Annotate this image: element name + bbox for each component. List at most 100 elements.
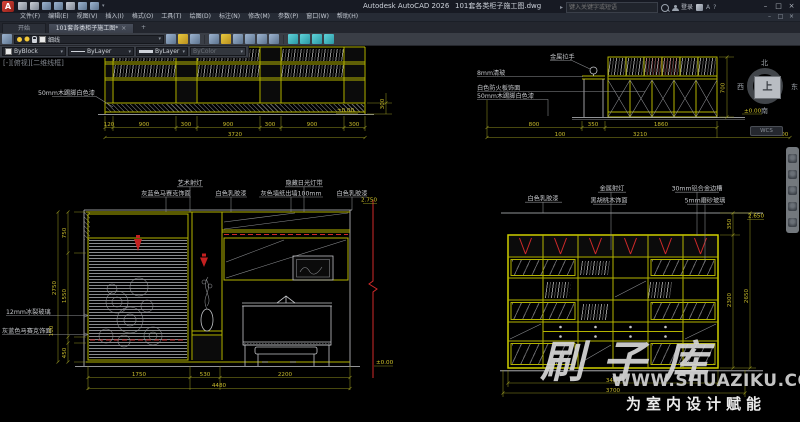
books-texture xyxy=(281,65,344,77)
chevron-down-icon[interactable]: ▾ xyxy=(182,49,185,55)
menu-window[interactable]: 窗口(W) xyxy=(302,13,333,21)
new-file-icon[interactable] xyxy=(18,2,27,10)
compass-west-label[interactable]: 西 xyxy=(737,82,744,92)
menu-tools[interactable]: 工具(T) xyxy=(157,13,185,21)
undo-icon[interactable] xyxy=(78,2,87,10)
layer-merge-icon[interactable] xyxy=(312,34,322,44)
layer-match-icon[interactable] xyxy=(178,34,188,44)
help-icon[interactable]: ? xyxy=(713,3,716,12)
books-texture xyxy=(580,261,610,275)
menu-draw[interactable]: 绘图(D) xyxy=(186,13,215,21)
layer-on-bulb-icon[interactable] xyxy=(17,37,22,42)
autocad-logo[interactable]: A xyxy=(2,1,14,12)
wcs-dropdown[interactable]: WCS xyxy=(750,126,783,136)
divider-slot xyxy=(345,48,364,102)
layer-lock-icon[interactable] xyxy=(32,39,37,43)
menu-help[interactable]: 帮助(H) xyxy=(333,13,362,21)
toolbar-separator xyxy=(204,35,205,44)
zoom-icon[interactable] xyxy=(788,186,797,195)
pan-icon[interactable] xyxy=(788,170,797,179)
linetype-dropdown[interactable]: ByLayer ▾ xyxy=(68,47,134,56)
layer-previous-icon[interactable] xyxy=(190,34,200,44)
layer-thaw-sun-icon[interactable] xyxy=(24,36,30,42)
sign-in-user-icon[interactable] xyxy=(672,5,678,11)
doc-close-button[interactable]: × xyxy=(786,13,797,21)
menu-dimension[interactable]: 标注(N) xyxy=(215,13,244,21)
window-controls: – □ × xyxy=(759,0,798,12)
steering-wheel-icon[interactable] xyxy=(788,154,797,163)
sign-in-label[interactable]: 登录 xyxy=(681,3,693,12)
books-texture xyxy=(648,282,672,298)
viewport-controls-label[interactable]: [-][俯视][二维线框] xyxy=(3,58,64,68)
search-icon[interactable] xyxy=(661,4,669,12)
chevron-down-icon[interactable]: ▾ xyxy=(128,49,131,55)
menu-modify[interactable]: 修改(M) xyxy=(244,13,274,21)
compass-north-label[interactable]: 北 xyxy=(761,58,768,68)
doc-minimize-button[interactable]: – xyxy=(764,13,775,21)
layer-lock-toggle-icon[interactable] xyxy=(257,34,267,44)
layer-color-swatch[interactable] xyxy=(39,36,46,43)
save-as-icon[interactable] xyxy=(54,2,63,10)
doc-restore-button[interactable]: □ xyxy=(775,13,786,21)
glass-door xyxy=(512,260,574,275)
search-input[interactable] xyxy=(566,2,658,13)
menu-edit[interactable]: 编辑(E) xyxy=(44,13,72,21)
title-bar: A ▾ Autodesk AutoCAD 2026 101套各类柜子施工图.dw… xyxy=(0,0,800,13)
layer-unlock-icon[interactable] xyxy=(269,34,279,44)
layer-isolate-icon[interactable] xyxy=(209,34,219,44)
menu-parametric[interactable]: 参数(P) xyxy=(274,13,302,21)
menu-view[interactable]: 视图(V) xyxy=(73,13,102,21)
wall-hatch xyxy=(84,212,90,240)
app-title: Autodesk AutoCAD 2026 xyxy=(363,0,449,13)
object-color-dropdown[interactable]: ByBlock ▾ xyxy=(2,47,66,56)
chevron-down-icon[interactable]: ▾ xyxy=(60,49,63,55)
customize-quick-access-icon[interactable]: ▾ xyxy=(102,2,105,10)
lineweight-value: ByLayer xyxy=(155,48,179,55)
orbit-icon[interactable] xyxy=(788,202,797,211)
minimize-button[interactable]: – xyxy=(759,0,772,12)
watermark-slogan: 为室内设计赋能 xyxy=(626,393,766,414)
layer-dropdown[interactable]: 细线 ▾ xyxy=(14,35,164,44)
new-tab-button[interactable]: + xyxy=(138,23,149,33)
glass-door xyxy=(652,260,714,275)
layer-off-icon[interactable] xyxy=(245,34,255,44)
autodesk-alerts-icon[interactable]: A xyxy=(706,3,710,12)
layer-properties-icon[interactable] xyxy=(2,34,12,44)
books-texture xyxy=(113,65,176,77)
maximize-button[interactable]: □ xyxy=(772,0,785,12)
compass-south-label[interactable]: 南 xyxy=(761,106,768,116)
skirting-hatch xyxy=(106,104,364,112)
navigation-bar[interactable] xyxy=(786,147,799,233)
save-icon[interactable] xyxy=(42,2,51,10)
spotlight-row xyxy=(509,236,717,256)
showmotion-icon[interactable] xyxy=(788,218,797,227)
properties-toolbar: ByBlock ▾ ByLayer ▾ ByLayer ▾ ByColor ▾ xyxy=(0,46,249,58)
plot-icon[interactable] xyxy=(66,2,75,10)
layer-freeze-viewport-icon[interactable] xyxy=(300,34,310,44)
toolbar-separator xyxy=(283,35,284,44)
menu-format[interactable]: 格式(O) xyxy=(128,13,157,21)
books-texture xyxy=(581,304,609,320)
picture-backing xyxy=(294,257,332,279)
compass-east-label[interactable]: 东 xyxy=(791,82,798,92)
layer-walk-icon[interactable] xyxy=(288,34,298,44)
close-button[interactable]: × xyxy=(785,0,798,12)
books-texture xyxy=(545,282,571,298)
chevron-down-icon[interactable]: ▾ xyxy=(158,36,161,42)
louver-texture xyxy=(89,240,187,358)
layer-freeze-icon[interactable] xyxy=(233,34,243,44)
layer-unisolate-icon[interactable] xyxy=(221,34,231,44)
make-object-layer-current-icon[interactable] xyxy=(166,34,176,44)
menu-file[interactable]: 文件(F) xyxy=(16,13,44,21)
plotstyle-value: ByColor xyxy=(193,48,216,55)
linetype-value: ByLayer xyxy=(87,48,111,55)
menu-insert[interactable]: 插入(I) xyxy=(101,13,127,21)
red-books-texture xyxy=(646,58,679,75)
layer-delete-icon[interactable] xyxy=(324,34,334,44)
lineweight-sample xyxy=(139,50,153,53)
search-prefix-icon: ▸ xyxy=(560,4,563,11)
open-file-icon[interactable] xyxy=(30,2,39,10)
app-store-cart-icon[interactable] xyxy=(696,4,703,11)
lineweight-dropdown[interactable]: ByLayer ▾ xyxy=(136,47,188,56)
redo-icon[interactable] xyxy=(90,2,99,10)
